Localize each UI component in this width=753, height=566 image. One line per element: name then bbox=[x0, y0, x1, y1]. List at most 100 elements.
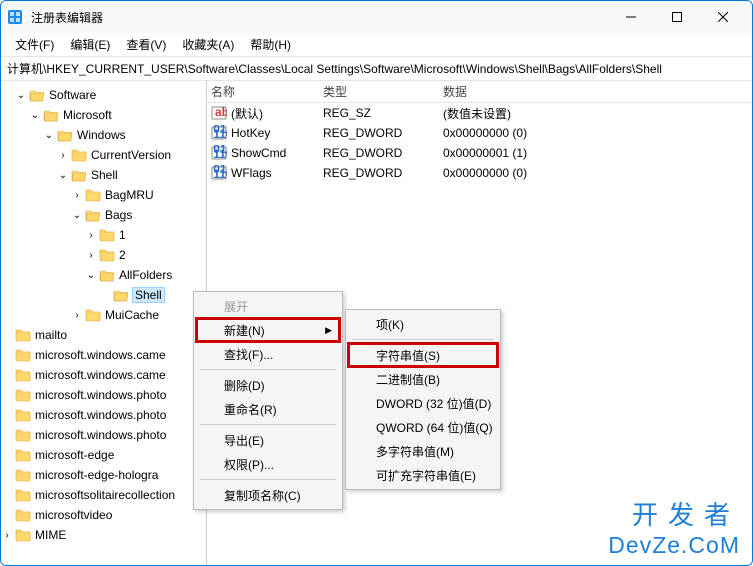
value-name: ShowCmd bbox=[231, 146, 286, 160]
menu-edit[interactable]: 编辑(E) bbox=[62, 33, 118, 56]
sub-expand[interactable]: 可扩充字符串值(E) bbox=[348, 463, 498, 487]
tree-item[interactable]: ›mailto bbox=[1, 325, 206, 345]
tree-item-software[interactable]: ⌄Software bbox=[1, 85, 206, 105]
sub-multi[interactable]: 多字符串值(M) bbox=[348, 439, 498, 463]
tree-item-currentversion[interactable]: ›CurrentVersion bbox=[1, 145, 206, 165]
chevron-down-icon[interactable]: ⌄ bbox=[29, 110, 41, 121]
chevron-down-icon[interactable]: ⌄ bbox=[71, 210, 83, 221]
chevron-right-icon[interactable]: › bbox=[1, 530, 13, 541]
folder-open-icon bbox=[57, 128, 73, 142]
list-row[interactable]: HotKeyREG_DWORD0x00000000 (0) bbox=[207, 123, 752, 143]
folder-icon bbox=[85, 308, 101, 322]
col-data[interactable]: 数据 bbox=[443, 83, 752, 100]
tree-item-bags[interactable]: ⌄Bags bbox=[1, 205, 206, 225]
folder-icon bbox=[15, 428, 31, 442]
value-type: REG_DWORD bbox=[323, 166, 443, 180]
close-button[interactable] bbox=[700, 1, 746, 33]
folder-open-icon bbox=[71, 168, 87, 182]
maximize-button[interactable] bbox=[654, 1, 700, 33]
col-name[interactable]: 名称 bbox=[211, 83, 323, 100]
ctx-find[interactable]: 查找(F)... bbox=[196, 342, 340, 366]
registry-editor-window: 注册表编辑器 文件(F) 编辑(E) 查看(V) 收藏夹(A) 帮助(H) 计算… bbox=[0, 0, 753, 566]
value-bin-icon bbox=[211, 165, 227, 181]
tree-item[interactable]: ›microsoft-edge bbox=[1, 445, 206, 465]
folder-open-icon bbox=[85, 208, 101, 222]
app-icon bbox=[7, 9, 23, 25]
folder-open-icon bbox=[99, 268, 115, 282]
chevron-right-icon[interactable]: › bbox=[57, 150, 69, 161]
tree-item[interactable]: ›microsoft.windows.came bbox=[1, 365, 206, 385]
menu-file[interactable]: 文件(F) bbox=[7, 33, 62, 56]
tree-item-microsoft[interactable]: ⌄Microsoft bbox=[1, 105, 206, 125]
chevron-down-icon[interactable]: ⌄ bbox=[57, 170, 69, 181]
chevron-right-icon[interactable]: › bbox=[85, 250, 97, 261]
tree-item[interactable]: ›microsoftsolitairecollection bbox=[1, 485, 206, 505]
tree-item[interactable]: ›MIME bbox=[1, 525, 206, 545]
context-menu: 展开 新建(N) 查找(F)... 删除(D) 重命名(R) 导出(E) 权限(… bbox=[193, 291, 343, 510]
tree-item-bagmru[interactable]: ›BagMRU bbox=[1, 185, 206, 205]
close-icon bbox=[718, 12, 728, 22]
tree-item-muicache[interactable]: ›MuiCache bbox=[1, 305, 206, 325]
menu-separator bbox=[200, 479, 336, 480]
value-bin-icon bbox=[211, 145, 227, 161]
titlebar[interactable]: 注册表编辑器 bbox=[1, 1, 752, 33]
ctx-rename[interactable]: 重命名(R) bbox=[196, 397, 340, 421]
folder-icon bbox=[15, 348, 31, 362]
sub-string[interactable]: 字符串值(S) bbox=[348, 343, 498, 367]
tree-item-shell[interactable]: ⌄Shell bbox=[1, 165, 206, 185]
list-row[interactable]: WFlagsREG_DWORD0x00000000 (0) bbox=[207, 163, 752, 183]
tree-item[interactable]: ›microsoft.windows.photo bbox=[1, 405, 206, 425]
chevron-down-icon[interactable]: ⌄ bbox=[43, 130, 55, 141]
sub-key[interactable]: 项(K) bbox=[348, 312, 498, 336]
tree-item[interactable]: ›microsoft-edge-hologra bbox=[1, 465, 206, 485]
chevron-right-icon[interactable]: › bbox=[71, 310, 83, 321]
ctx-new[interactable]: 新建(N) bbox=[196, 318, 340, 342]
ctx-export[interactable]: 导出(E) bbox=[196, 428, 340, 452]
sub-dword[interactable]: DWORD (32 位)值(D) bbox=[348, 391, 498, 415]
folder-open-icon bbox=[29, 88, 45, 102]
tree-item[interactable]: ›microsoft.windows.photo bbox=[1, 425, 206, 445]
folder-icon bbox=[15, 488, 31, 502]
chevron-right-icon[interactable]: › bbox=[71, 190, 83, 201]
ctx-permissions[interactable]: 权限(P)... bbox=[196, 452, 340, 476]
tree-item-1[interactable]: ›1 bbox=[1, 225, 206, 245]
sub-binary[interactable]: 二进制值(B) bbox=[348, 367, 498, 391]
folder-icon bbox=[85, 188, 101, 202]
folder-open-icon bbox=[43, 108, 59, 122]
col-type[interactable]: 类型 bbox=[323, 83, 443, 100]
list-row[interactable]: (默认)REG_SZ(数值未设置) bbox=[207, 103, 752, 123]
menu-help[interactable]: 帮助(H) bbox=[242, 33, 299, 56]
tree-item[interactable]: ›microsoftvideo bbox=[1, 505, 206, 525]
tree-item-2[interactable]: ›2 bbox=[1, 245, 206, 265]
tree-panel[interactable]: ⌄Software ⌄Microsoft ⌄Windows ›CurrentVe… bbox=[1, 81, 207, 565]
menu-separator bbox=[200, 424, 336, 425]
window-title: 注册表编辑器 bbox=[31, 9, 608, 26]
address-text: 计算机\HKEY_CURRENT_USER\Software\Classes\L… bbox=[7, 60, 662, 77]
folder-icon bbox=[15, 468, 31, 482]
tree-item[interactable]: ›microsoft.windows.photo bbox=[1, 385, 206, 405]
tree-item-windows[interactable]: ⌄Windows bbox=[1, 125, 206, 145]
list-row[interactable]: ShowCmdREG_DWORD0x00000001 (1) bbox=[207, 143, 752, 163]
chevron-right-icon[interactable]: › bbox=[85, 230, 97, 241]
tree-item[interactable]: ›microsoft.windows.came bbox=[1, 345, 206, 365]
folder-icon bbox=[15, 508, 31, 522]
tree-item-shell-selected[interactable]: ›Shell bbox=[1, 285, 206, 305]
tree-item-allfolders[interactable]: ⌄AllFolders bbox=[1, 265, 206, 285]
ctx-copy-key-name[interactable]: 复制项名称(C) bbox=[196, 483, 340, 507]
minimize-button[interactable] bbox=[608, 1, 654, 33]
value-data: 0x00000001 (1) bbox=[443, 146, 752, 160]
sub-qword[interactable]: QWORD (64 位)值(Q) bbox=[348, 415, 498, 439]
list-header: 名称 类型 数据 bbox=[207, 81, 752, 103]
chevron-down-icon[interactable]: ⌄ bbox=[15, 90, 27, 101]
ctx-delete[interactable]: 删除(D) bbox=[196, 373, 340, 397]
folder-icon bbox=[15, 408, 31, 422]
menu-favorites[interactable]: 收藏夹(A) bbox=[174, 33, 242, 56]
chevron-down-icon[interactable]: ⌄ bbox=[85, 270, 97, 281]
maximize-icon bbox=[672, 12, 682, 22]
menu-separator bbox=[352, 339, 494, 340]
address-bar[interactable]: 计算机\HKEY_CURRENT_USER\Software\Classes\L… bbox=[1, 57, 752, 81]
menu-view[interactable]: 查看(V) bbox=[118, 33, 174, 56]
value-name: HotKey bbox=[231, 126, 270, 140]
minimize-icon bbox=[626, 12, 636, 22]
folder-icon bbox=[15, 528, 31, 542]
